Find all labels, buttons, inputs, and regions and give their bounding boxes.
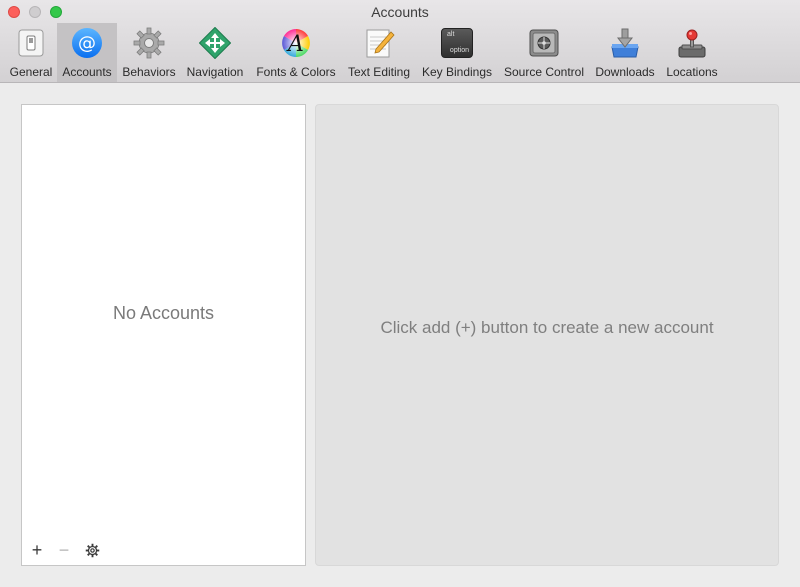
- accounts-list[interactable]: No Accounts + −: [21, 104, 306, 566]
- safe-vault-icon: [527, 26, 561, 60]
- tab-text-editing[interactable]: Text Editing: [344, 23, 414, 82]
- tab-source-control-label: Source Control: [503, 65, 585, 79]
- general-switch-icon: [14, 26, 48, 60]
- account-detail-panel: Click add (+) button to create a new acc…: [315, 104, 779, 566]
- tab-fonts-colors[interactable]: A Fonts & Colors: [253, 23, 339, 82]
- svg-text:@: @: [78, 33, 96, 54]
- tab-source-control[interactable]: Source Control: [500, 23, 588, 82]
- key-bottom-label: option: [449, 47, 469, 54]
- remove-account-button[interactable]: −: [55, 540, 73, 560]
- gear-icon: [85, 543, 99, 557]
- tab-text-editing-label: Text Editing: [347, 65, 411, 79]
- tab-behaviors[interactable]: Behaviors: [119, 23, 179, 82]
- tab-key-bindings[interactable]: alt option Key Bindings: [419, 23, 495, 82]
- empty-accounts-message: No Accounts: [112, 303, 215, 323]
- tab-general[interactable]: General: [7, 23, 55, 82]
- title-bar: Accounts General @ Accounts Behaviors Na…: [0, 0, 800, 83]
- tab-locations-label: Locations: [666, 65, 718, 79]
- joystick-icon: [675, 26, 709, 60]
- gear-icon: [132, 26, 166, 60]
- window-title: Accounts: [371, 4, 429, 20]
- at-sign-icon: @: [70, 26, 104, 60]
- tab-navigation[interactable]: Navigation: [183, 23, 247, 82]
- preferences-toolbar: General @ Accounts Behaviors Navigation …: [0, 23, 800, 83]
- svg-text:A: A: [286, 32, 304, 57]
- tab-key-bindings-label: Key Bindings: [421, 65, 493, 79]
- notepad-pencil-icon: [362, 26, 396, 60]
- tab-navigation-label: Navigation: [186, 65, 244, 79]
- key-top-label: alt: [447, 31, 455, 38]
- tab-behaviors-label: Behaviors: [122, 65, 176, 79]
- navigation-arrows-icon: [198, 26, 232, 60]
- tab-downloads[interactable]: Downloads: [593, 23, 657, 82]
- option-key-icon: alt option: [440, 26, 474, 60]
- tab-downloads-label: Downloads: [595, 65, 655, 79]
- tab-accounts[interactable]: @ Accounts: [57, 23, 117, 82]
- account-settings-button[interactable]: [83, 541, 101, 559]
- color-wheel-font-icon: A: [279, 26, 313, 60]
- add-account-button[interactable]: +: [28, 540, 46, 560]
- tab-accounts-label: Accounts: [62, 65, 112, 79]
- tab-fonts-colors-label: Fonts & Colors: [256, 65, 336, 79]
- tab-locations[interactable]: Locations: [662, 23, 722, 82]
- create-account-hint: Click add (+) button to create a new acc…: [380, 318, 714, 337]
- download-box-icon: [608, 26, 642, 60]
- tab-general-label: General: [9, 65, 53, 79]
